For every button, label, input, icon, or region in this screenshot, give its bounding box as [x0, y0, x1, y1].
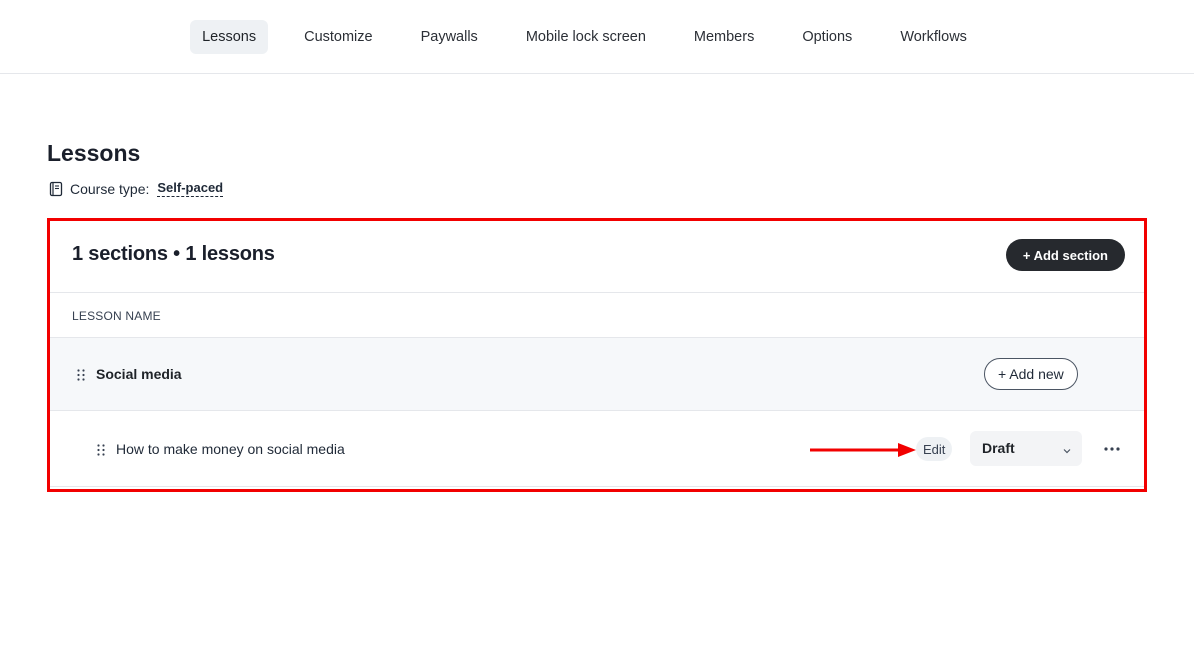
- column-header: LESSON NAME: [50, 293, 1144, 338]
- sections-summary: 1 sections • 1 lessons: [72, 243, 275, 265]
- tab-customize[interactable]: Customize: [292, 20, 385, 54]
- lesson-row[interactable]: How to make money on social media Edit D…: [50, 411, 1144, 487]
- chevron-down-icon: [1062, 443, 1072, 454]
- tab-mobile-lock-screen[interactable]: Mobile lock screen: [514, 20, 658, 54]
- tab-members[interactable]: Members: [682, 20, 766, 54]
- drag-handle-icon[interactable]: [77, 368, 85, 381]
- course-type: Course type: Self-paced: [48, 180, 224, 197]
- edit-button[interactable]: Edit: [916, 437, 953, 461]
- tab-options[interactable]: Options: [790, 20, 864, 54]
- status-select[interactable]: Draft: [970, 431, 1082, 466]
- add-new-button[interactable]: + Add new: [984, 358, 1078, 390]
- page-title: Lessons: [47, 140, 141, 166]
- panel-header: 1 sections • 1 lessons + Add section: [50, 221, 1144, 293]
- drag-handle-icon[interactable]: [97, 443, 105, 456]
- book-icon: [48, 181, 64, 197]
- red-arrow-icon: [810, 442, 918, 458]
- top-navigation: Lessons Customize Paywalls Mobile lock s…: [0, 0, 1194, 74]
- tab-bar: Lessons Customize Paywalls Mobile lock s…: [190, 19, 993, 54]
- section-row: Social media + Add new: [50, 338, 1144, 411]
- lesson-name[interactable]: How to make money on social media: [116, 441, 345, 457]
- tab-lessons[interactable]: Lessons: [190, 19, 269, 54]
- course-type-value[interactable]: Self-paced: [157, 180, 224, 197]
- add-section-button[interactable]: + Add section: [1005, 239, 1125, 271]
- tab-paywalls[interactable]: Paywalls: [409, 20, 490, 54]
- lessons-panel: 1 sections • 1 lessons + Add section LES…: [47, 218, 1147, 492]
- tab-workflows[interactable]: Workflows: [888, 20, 979, 54]
- column-header-lesson-name: LESSON NAME: [72, 309, 161, 323]
- status-value: Draft: [982, 440, 1015, 456]
- section-name: Social media: [96, 366, 182, 382]
- course-type-label: Course type:: [70, 180, 150, 197]
- more-horizontal-icon[interactable]: [1102, 442, 1122, 454]
